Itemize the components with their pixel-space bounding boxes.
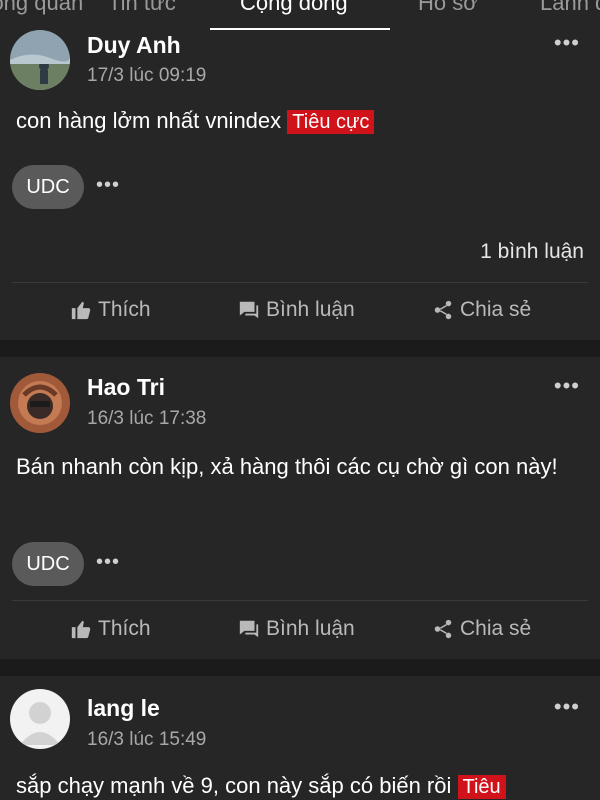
comment-icon — [239, 620, 259, 638]
like-label: Thích — [98, 617, 151, 640]
share-label: Chia sẻ — [460, 298, 532, 321]
ticker-chip[interactable]: UDC — [12, 165, 84, 209]
avatar[interactable] — [10, 689, 70, 749]
post-text: sắp chạy mạnh về 9, con này sắp có biến … — [16, 773, 452, 798]
share-icon — [434, 300, 452, 320]
comment-label: Bình luận — [266, 298, 355, 321]
post-time: 17/3 lúc 09:19 — [87, 65, 207, 86]
more-options-icon[interactable]: ••• — [554, 696, 580, 718]
comment-icon — [239, 301, 259, 319]
like-button[interactable]: Thích — [70, 617, 151, 641]
post-card: Duy Anh 17/3 lúc 09:19 ••• con hàng lởm … — [0, 30, 600, 340]
post-time: 16/3 lúc 17:38 — [87, 408, 207, 429]
more-tickers-icon[interactable]: ••• — [96, 174, 120, 197]
avatar[interactable] — [10, 30, 70, 90]
tab-news[interactable]: Tin tức — [108, 0, 176, 16]
comment-label: Bình luận — [266, 617, 355, 640]
like-button[interactable]: Thích — [70, 298, 151, 322]
post-text: Bán nhanh còn kịp, xả hàng thôi các cụ c… — [16, 454, 558, 479]
comment-count[interactable]: 1 bình luận — [480, 240, 584, 264]
comment-button[interactable]: Bình luận — [238, 298, 355, 322]
post-text: con hàng lởm nhất vnindex — [16, 108, 282, 133]
share-button[interactable]: Chia sẻ — [432, 617, 531, 641]
share-label: Chia sẻ — [460, 617, 532, 640]
comment-button[interactable]: Bình luận — [238, 617, 355, 641]
more-tickers-icon[interactable]: ••• — [96, 551, 120, 574]
more-options-icon[interactable]: ••• — [554, 32, 580, 54]
like-label: Thích — [98, 298, 151, 321]
tab-bar: Tổng quan Tin tức Cộng đồng Hồ sơ Lãnh đ… — [0, 0, 600, 31]
community-feed: Tổng quan Tin tức Cộng đồng Hồ sơ Lãnh đ… — [0, 0, 600, 800]
post-card: Hao Tri 16/3 lúc 17:38 ••• Bán nhanh còn… — [0, 357, 600, 659]
tab-community[interactable]: Cộng đồng — [240, 0, 348, 16]
thumbs-up-icon — [71, 301, 91, 320]
avatar[interactable] — [10, 373, 70, 433]
share-icon — [434, 619, 452, 639]
post-content: sắp chạy mạnh về 9, con này sắp có biến … — [16, 770, 584, 800]
divider — [12, 600, 588, 601]
default-avatar-icon — [10, 689, 70, 749]
tab-leadership[interactable]: Lãnh đạo — [540, 0, 600, 16]
post-content: con hàng lởm nhất vnindex Tiêu cực — [16, 105, 584, 138]
author-name[interactable]: Duy Anh — [87, 32, 181, 59]
more-options-icon[interactable]: ••• — [554, 375, 580, 397]
ticker-chip[interactable]: UDC — [12, 542, 84, 586]
sentiment-tag: Tiêu — [457, 775, 506, 799]
sentiment-tag: Tiêu cực — [287, 110, 375, 134]
post-content: Bán nhanh còn kịp, xả hàng thôi các cụ c… — [16, 451, 560, 483]
divider — [12, 282, 588, 283]
thumbs-up-icon — [71, 620, 91, 639]
tab-profile[interactable]: Hồ sơ — [418, 0, 478, 16]
post-card: lang le 16/3 lúc 15:49 ••• sắp chạy mạnh… — [0, 676, 600, 800]
post-time: 16/3 lúc 15:49 — [87, 729, 207, 750]
tab-overview[interactable]: Tổng quan — [0, 0, 83, 16]
author-name[interactable]: lang le — [87, 695, 160, 722]
author-name[interactable]: Hao Tri — [87, 374, 165, 401]
share-button[interactable]: Chia sẻ — [432, 298, 531, 322]
